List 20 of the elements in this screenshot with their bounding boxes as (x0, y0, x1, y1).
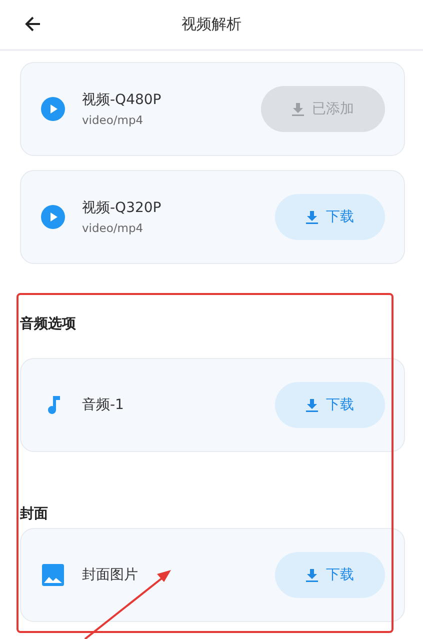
section-heading: 封面 (20, 505, 49, 524)
download-icon (306, 398, 318, 412)
media-title: 封面图片 (82, 566, 139, 584)
media-title: 视频-Q480P (82, 91, 162, 109)
media-format: video/mp4 (82, 221, 144, 235)
media-format: video/mp4 (82, 113, 144, 127)
section-heading: 音频选项 (20, 314, 77, 334)
media-title: 音频-1 (82, 396, 125, 414)
media-title: 视频-Q320P (82, 199, 162, 217)
download-icon (292, 102, 304, 116)
play-icon (41, 205, 65, 229)
image-icon (41, 563, 65, 587)
download-button[interactable]: 下载 (275, 552, 385, 598)
download-icon (306, 568, 318, 582)
play-icon (41, 97, 65, 121)
added-button[interactable]: 已添加 (261, 86, 385, 132)
download-button[interactable]: 下载 (275, 382, 385, 428)
download-icon (306, 210, 318, 224)
download-button[interactable]: 下载 (275, 194, 385, 240)
page-title: 视频解析 (182, 15, 242, 34)
